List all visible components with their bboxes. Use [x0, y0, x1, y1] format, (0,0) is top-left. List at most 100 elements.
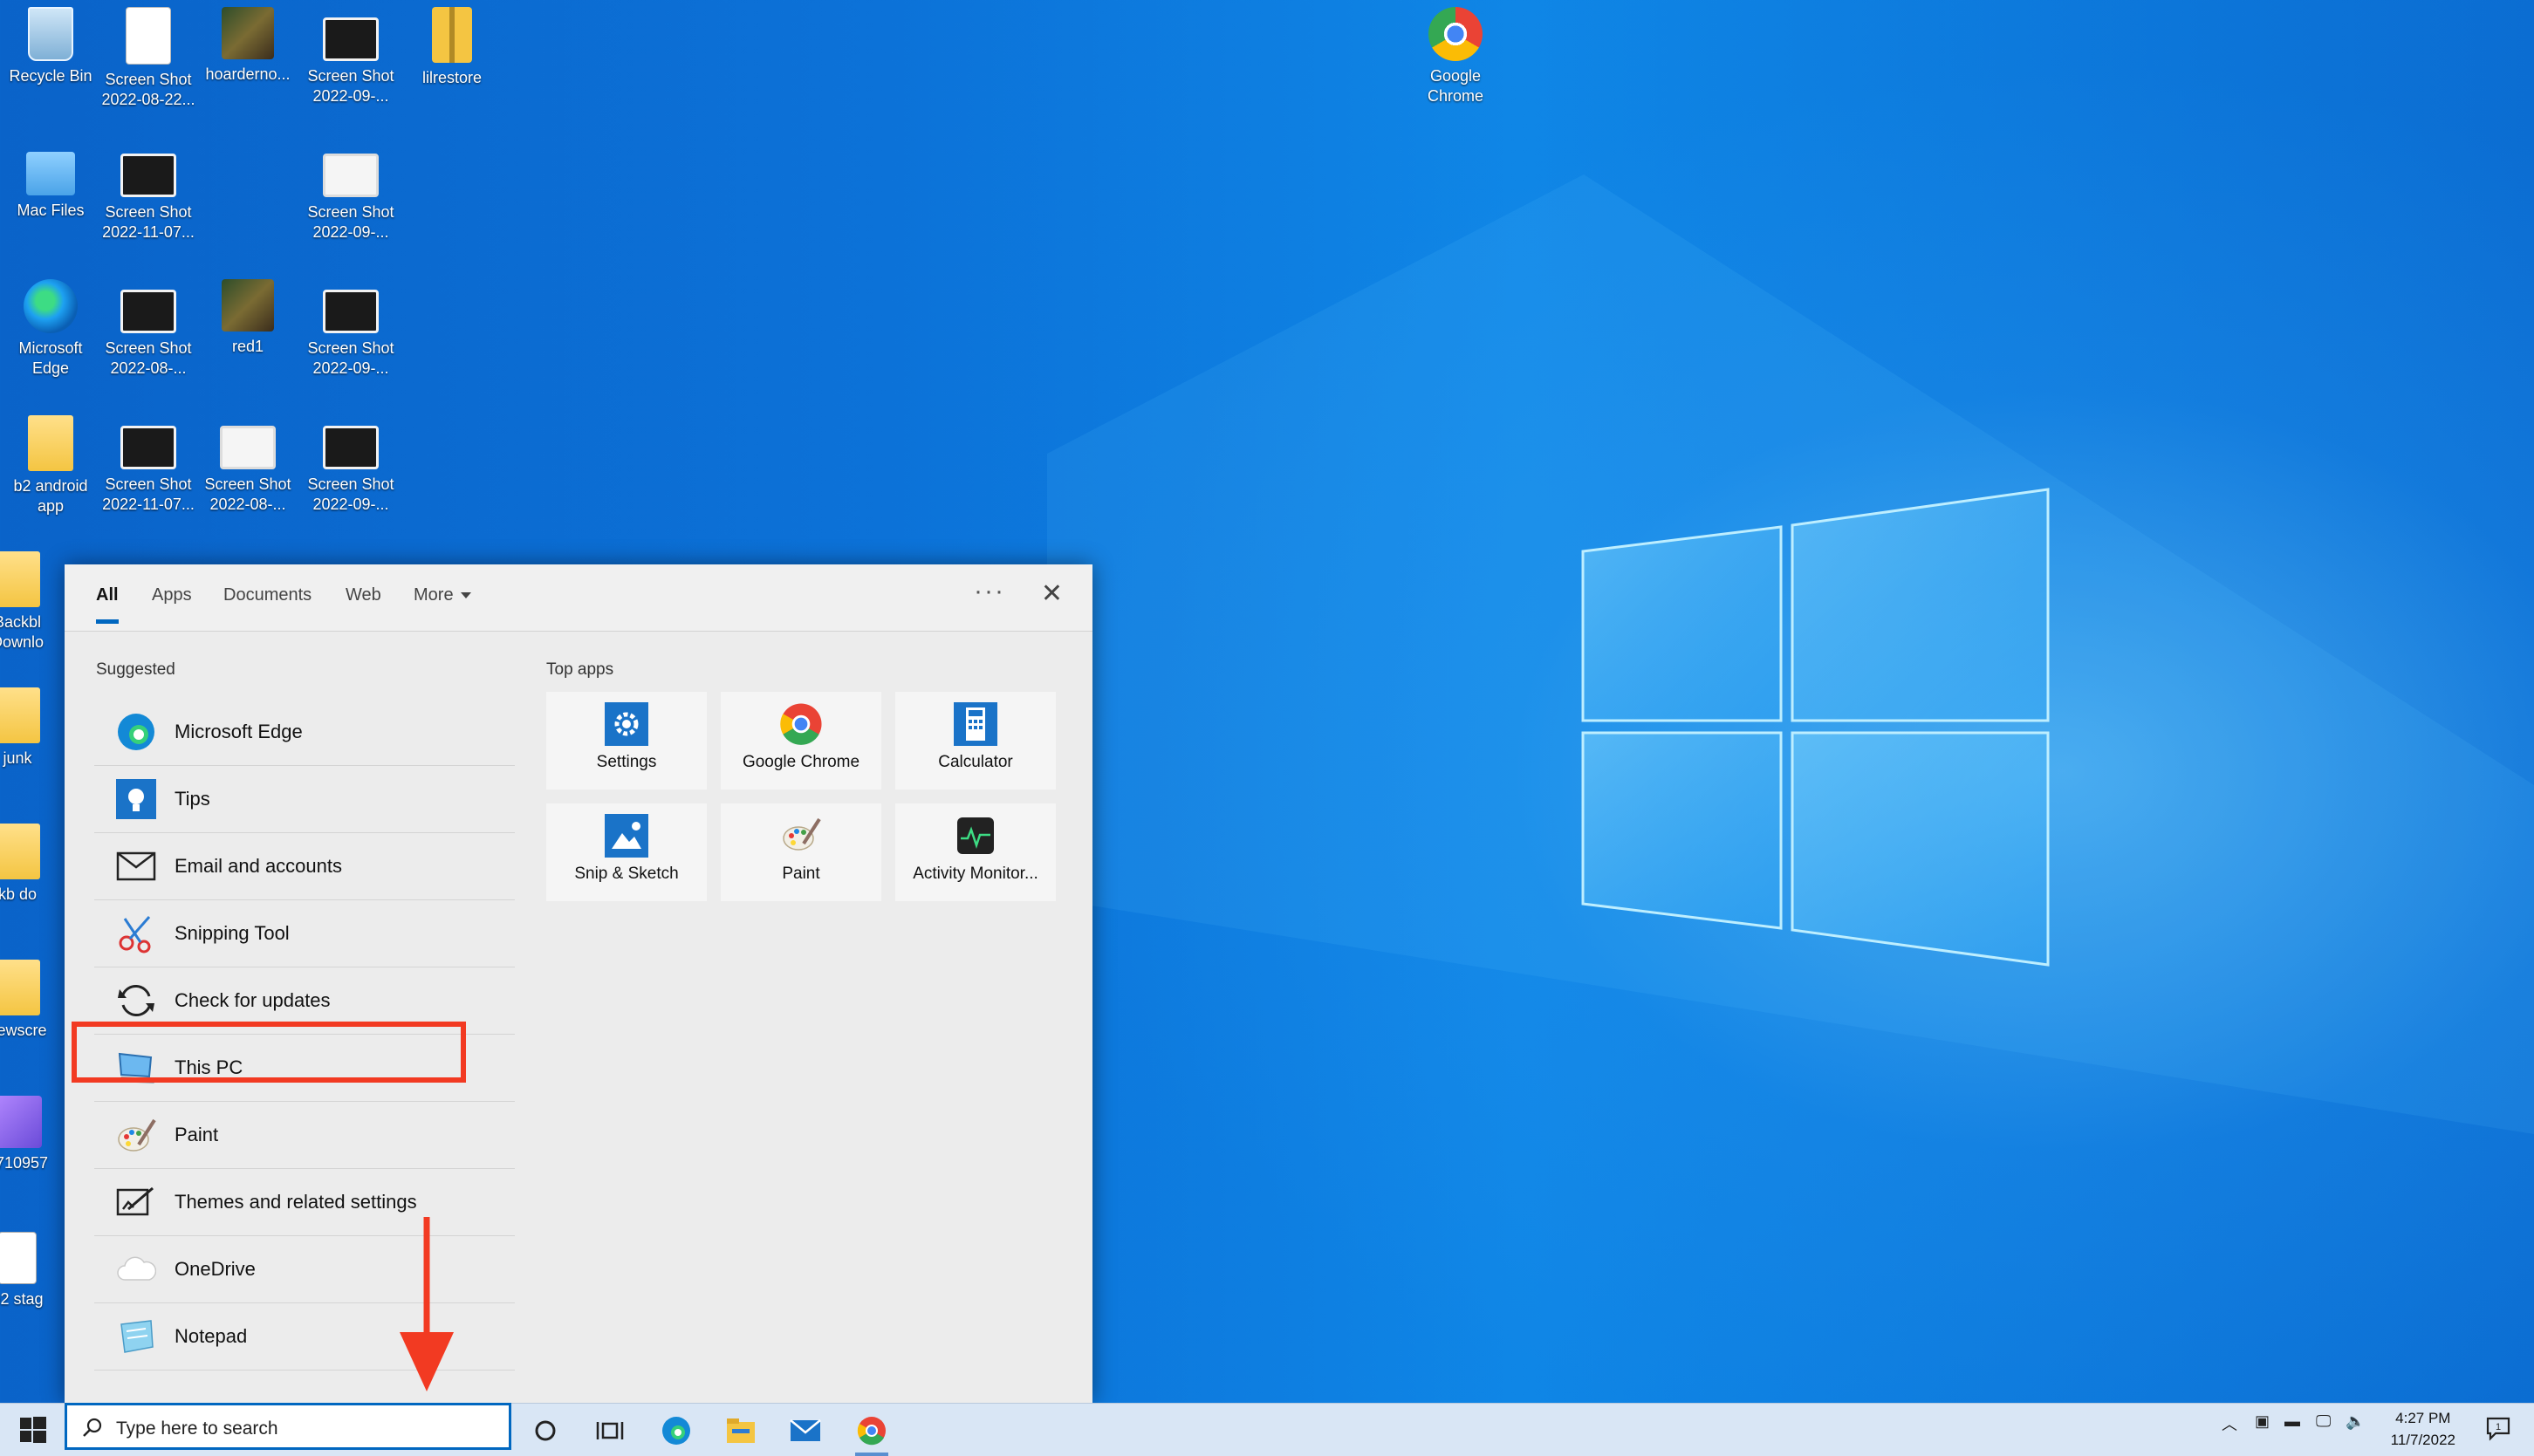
windows-logo-wallpaper: [1047, 174, 2534, 1134]
tab-apps[interactable]: Apps: [152, 585, 192, 612]
desktop-icon-screen-shot-2022-08[interactable]: Screen Shot 2022-08-...: [199, 408, 297, 539]
volume-icon[interactable]: 🔈: [2346, 1412, 2365, 1431]
desktop-icon-junk[interactable]: junk: [0, 680, 66, 811]
desktop-icon-screen-shot-2022-09[interactable]: Screen Shot 2022-09-...: [302, 136, 400, 267]
more-options-icon[interactable]: ···: [974, 577, 1005, 606]
top-app-settings[interactable]: Settings: [546, 692, 707, 790]
desktop-icon-microsoft-edge[interactable]: Microsoft Edge: [2, 272, 99, 403]
desktop-icon-screen-shot-2022-11-07[interactable]: Screen Shot 2022-11-07...: [99, 408, 197, 539]
top-app-label: Calculator: [938, 753, 1013, 771]
desktop-icon-newscre[interactable]: newscre: [0, 953, 66, 1083]
top-app-google-chrome[interactable]: Google Chrome: [721, 692, 881, 790]
folder-icon: [0, 960, 40, 1015]
desktop-icon-label: Screen Shot 2022-11-07...: [102, 475, 195, 513]
top-app-activity-monitor[interactable]: Activity Monitor...: [895, 803, 1056, 901]
suggested-item-label: Notepad: [175, 1325, 248, 1347]
tab-documents[interactable]: Documents: [223, 585, 312, 612]
desktop-icon-backbl-downlo[interactable]: Backbl Downlo: [0, 544, 66, 675]
top-app-calculator[interactable]: Calculator: [895, 692, 1056, 790]
search-input[interactable]: [114, 1416, 502, 1442]
desktop-icon-screen-shot-2022-08-22[interactable]: Screen Shot 2022-08-22...: [99, 0, 197, 131]
suggested-item-label: Paint: [175, 1124, 219, 1145]
desktop-icon-label: lilrestore: [421, 69, 483, 86]
cortana-icon[interactable]: [529, 1414, 562, 1447]
desktop-icon-screen-shot-2022-09[interactable]: Screen Shot 2022-09-...: [302, 0, 400, 131]
red-arrow-annotation: [400, 1217, 454, 1391]
system-clock[interactable]: 4:27 PM 11/7/2022: [2391, 1407, 2455, 1451]
windows-start-icon[interactable]: [19, 1416, 47, 1444]
desktop-icon-recycle-bin[interactable]: Recycle Bin: [2, 0, 99, 131]
mail-icon[interactable]: [789, 1414, 822, 1447]
text-icon: [0, 1232, 37, 1284]
top-app-label: Activity Monitor...: [913, 865, 1038, 883]
desktop-icon-kb-do[interactable]: kb do: [0, 817, 66, 947]
suggested-item-email-and-accounts[interactable]: Email and accounts: [94, 833, 515, 900]
file-explorer-icon[interactable]: [724, 1414, 757, 1447]
taskbar-search-box[interactable]: [65, 1403, 511, 1450]
close-icon[interactable]: ✕: [1041, 578, 1063, 609]
desktop-icon-hoarderno[interactable]: hoarderno...: [199, 0, 297, 131]
notification-count: 1: [2496, 1422, 2501, 1432]
desktop-icon-label: b2 android app: [13, 477, 88, 515]
desktop-icon-google-chrome[interactable]: Google Chrome: [1407, 0, 1504, 131]
desktop-icon-screen-shot-2022-11-07[interactable]: Screen Shot 2022-11-07...: [99, 136, 197, 267]
top-app-paint[interactable]: Paint: [721, 803, 881, 901]
search-tabs: All Apps Documents Web More ··· ✕: [65, 564, 1092, 632]
desktop-icon-b2-android-app[interactable]: b2 android app: [2, 408, 99, 539]
tab-all[interactable]: All: [96, 585, 119, 624]
themes-icon: [113, 1179, 159, 1225]
desktop-icon-screen-shot-2022-08[interactable]: Screen Shot 2022-08-...: [99, 272, 197, 403]
edge-icon[interactable]: [660, 1414, 693, 1447]
desktop-icon-label: red1: [231, 338, 264, 355]
purple-icon: [0, 1096, 42, 1148]
tab-web[interactable]: Web: [346, 585, 381, 612]
shot-icon: [120, 426, 176, 469]
tab-more[interactable]: More: [414, 585, 471, 612]
calculator-icon: [954, 702, 997, 746]
top-app-snip-sketch[interactable]: Snip & Sketch: [546, 803, 707, 901]
desktop-icon-red1[interactable]: red1: [199, 272, 297, 403]
desktop-icon-label: Mac Files: [17, 202, 85, 219]
desktop-icon-label: b2 stag: [0, 1290, 44, 1308]
desktop-icon-label: Google Chrome: [1427, 67, 1484, 105]
shotw-icon: [323, 154, 379, 197]
shot-icon: [323, 290, 379, 333]
desktop-icon-label: Backbl Downlo: [0, 613, 45, 651]
chrome-icon: [1428, 7, 1483, 61]
search-panel: All Apps Documents Web More ··· ✕ Sugges…: [65, 564, 1092, 1403]
desktop-icon-label: hoarderno...: [205, 65, 291, 83]
doc-icon: [126, 7, 171, 65]
desktop-icon-label: Recycle Bin: [9, 67, 92, 85]
suggested-item-label: Tips: [175, 788, 210, 810]
tips-icon: [113, 776, 159, 822]
suggested-item-tips[interactable]: Tips: [94, 766, 515, 833]
suggested-item-label: Microsoft Edge: [175, 721, 303, 742]
task-view-icon[interactable]: [593, 1414, 627, 1447]
zip-icon: [432, 7, 472, 63]
search-icon: [83, 1418, 102, 1437]
shotw-icon: [220, 426, 276, 469]
bin-icon: [28, 7, 73, 61]
top-app-label: Settings: [596, 753, 657, 771]
suggested-item-paint[interactable]: Paint: [94, 1102, 515, 1169]
network-icon[interactable]: 🖵: [2316, 1412, 2331, 1431]
meet-now-icon[interactable]: ▣: [2255, 1412, 2270, 1431]
tab-more-label: More: [414, 585, 454, 605]
edge-icon: [113, 709, 159, 755]
tray-overflow-icon[interactable]: ︿: [2222, 1412, 2237, 1435]
suggested-item-snipping-tool[interactable]: Snipping Tool: [94, 900, 515, 967]
desktop-icon-b2-stag[interactable]: b2 stag: [0, 1225, 66, 1356]
cloud-icon: [113, 1247, 159, 1292]
snip-sketch-icon: [605, 814, 648, 858]
desktop-icon-screen-shot-2022-09[interactable]: Screen Shot 2022-09-...: [302, 272, 400, 403]
this-pc-highlight-box: [72, 1022, 466, 1083]
chrome-icon[interactable]: [855, 1414, 888, 1447]
battery-icon[interactable]: ▬: [2284, 1412, 2300, 1431]
desktop-icon-2710957[interactable]: 2710957: [0, 1089, 66, 1220]
desktop-icon-lilrestore[interactable]: lilrestore: [403, 0, 501, 131]
desktop-icon-screen-shot-2022-09[interactable]: Screen Shot 2022-09-...: [302, 408, 400, 539]
action-center-icon[interactable]: 1: [2485, 1416, 2511, 1442]
suggested-item-microsoft-edge[interactable]: Microsoft Edge: [94, 699, 515, 766]
suggested-item-label: OneDrive: [175, 1258, 256, 1280]
desktop-icon-mac-files[interactable]: Mac Files: [2, 136, 99, 267]
